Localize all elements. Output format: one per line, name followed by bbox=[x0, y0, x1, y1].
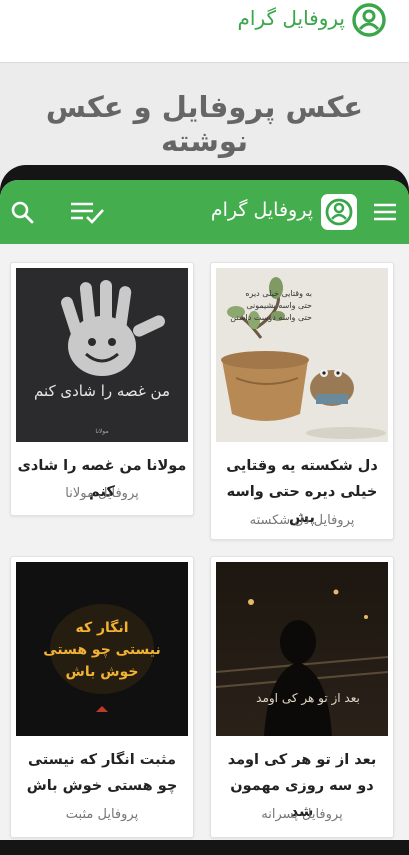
profile-card[interactable]: انگار که نیستی چو هستی خوش باش مثبت انگا… bbox=[10, 556, 194, 838]
card-title[interactable]: مثبت انگار که نیستی چو هستی خوش باش bbox=[17, 747, 187, 799]
content-grid: به وقتایی خیلی دیره حتی واسه پشیمونی حتی… bbox=[0, 244, 409, 840]
art-caption: بعد از تو هر کی اومد bbox=[256, 691, 360, 706]
app-title: پروفایل گرام bbox=[210, 199, 313, 221]
profile-card[interactable]: به وقتایی خیلی دیره حتی واسه پشیمونی حتی… bbox=[210, 262, 394, 540]
card-subtitle: پروفایل پسرانه bbox=[261, 807, 343, 822]
filter-list-icon[interactable] bbox=[69, 199, 105, 225]
art-signature: مولانا bbox=[95, 428, 108, 435]
app-name: پروفایل گرام bbox=[237, 6, 345, 30]
menu-icon[interactable] bbox=[373, 202, 397, 222]
caption-line: به وقتایی خیلی دیره bbox=[245, 289, 312, 298]
store-header: پروفایل گرام bbox=[0, 0, 409, 63]
art-caption: انگار که bbox=[75, 619, 128, 636]
search-icon[interactable] bbox=[10, 200, 34, 224]
app-bar: پروفایل گرام bbox=[0, 180, 409, 244]
card-image: به وقتایی خیلی دیره حتی واسه پشیمونی حتی… bbox=[216, 268, 388, 442]
card-image: بعد از تو هر کی اومد bbox=[216, 562, 388, 736]
caption-line: حتی واسه دوست داشتن bbox=[230, 313, 312, 322]
caption-line: حتی واسه پشیمونی bbox=[246, 301, 312, 310]
art-caption: من غصه را شادی کنم bbox=[34, 382, 170, 400]
card-subtitle: پروفایل مولانا bbox=[65, 486, 139, 501]
profile-card[interactable]: بعد از تو هر کی اومد بعد از تو هر کی اوم… bbox=[210, 556, 394, 838]
card-subtitle: پروفایل دل شکسته bbox=[249, 513, 355, 528]
profile-logo-icon bbox=[352, 3, 386, 37]
art-caption: خوش باش bbox=[66, 664, 139, 680]
profile-card[interactable]: من غصه را شادی کنم مولانا مولانا من غصه … bbox=[10, 262, 194, 516]
card-image: من غصه را شادی کنم مولانا bbox=[16, 268, 188, 442]
art-caption: نیستی چو هستی bbox=[43, 642, 161, 658]
card-image: انگار که نیستی چو هستی خوش باش bbox=[16, 562, 188, 736]
card-subtitle: پروفایل مثبت bbox=[65, 807, 139, 822]
banner-title: عکس پروفایل و عکس نوشته bbox=[45, 90, 364, 158]
phone-screen: پروفایل گرام به وقتایی خیلی دیره حتی واس… bbox=[0, 180, 409, 840]
profile-logo-icon bbox=[321, 194, 357, 230]
